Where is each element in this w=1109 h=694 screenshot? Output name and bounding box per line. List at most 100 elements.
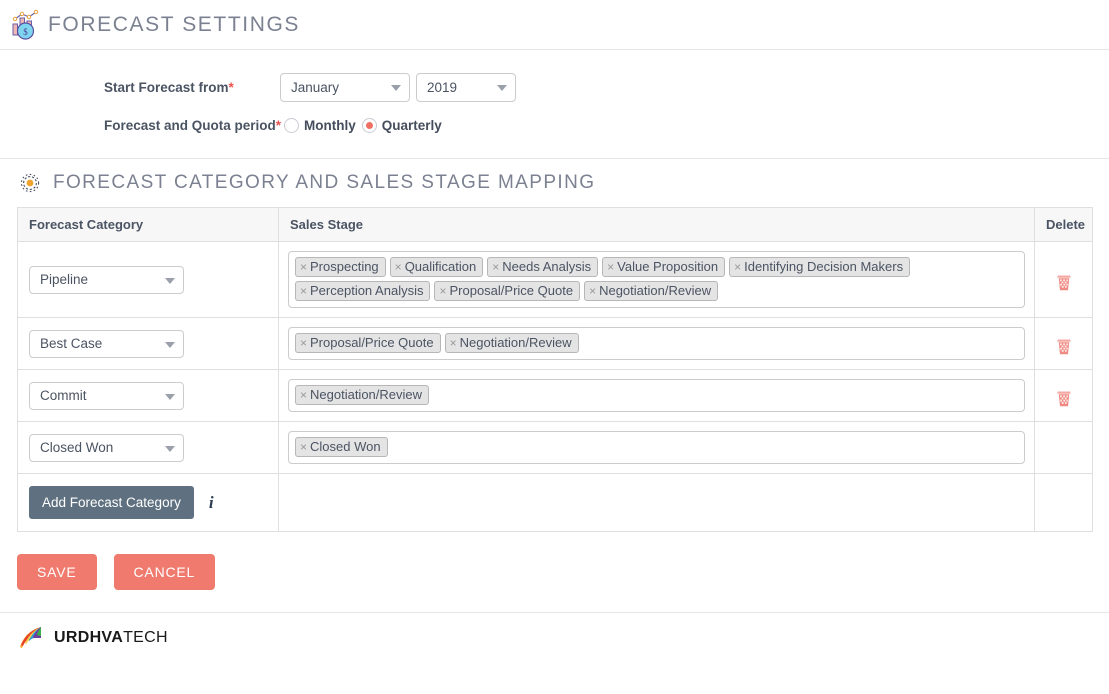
sales-stage-tag-label: Identifying Decision Makers bbox=[744, 259, 904, 274]
trash-icon[interactable] bbox=[1057, 338, 1071, 355]
remove-tag-icon[interactable]: × bbox=[439, 285, 446, 297]
sales-stage-cell: × Prospecting × Qualification × Needs Analysi… bbox=[278, 241, 1035, 318]
add-forecast-category-button[interactable]: Add Forecast Category bbox=[29, 486, 194, 519]
sales-stage-tag[interactable]: × Proposal/Price Quote bbox=[295, 333, 441, 353]
sales-stage-tag[interactable]: × Value Proposition bbox=[602, 257, 726, 277]
mapping-table-wrapper: Forecast Category Sales Stage Delete Pip… bbox=[17, 207, 1093, 532]
sales-stage-tag-label: Value Proposition bbox=[617, 259, 719, 274]
sales-stage-tag[interactable]: × Negotiation/Review bbox=[584, 281, 719, 301]
sales-stage-tag[interactable]: × Closed Won bbox=[295, 437, 388, 457]
delete-row-button[interactable] bbox=[1057, 275, 1071, 295]
sales-stage-cell: × Proposal/Price Quote × Negotiation/Review bbox=[278, 317, 1035, 370]
page-title: Forecast Settings bbox=[48, 12, 301, 36]
year-select[interactable]: 2019 bbox=[416, 72, 516, 102]
sales-stage-tag-input[interactable]: × Proposal/Price Quote × Negotiation/Review bbox=[288, 327, 1025, 360]
page-footer: URDHVATECH bbox=[0, 613, 1109, 651]
remove-tag-icon[interactable]: × bbox=[734, 261, 741, 273]
period-label-text: Forecast and Quota period bbox=[104, 117, 276, 133]
sales-stage-tag-input[interactable]: × Negotiation/Review bbox=[288, 379, 1025, 412]
sales-stage-tag[interactable]: × Needs Analysis bbox=[487, 257, 599, 277]
forecast-category-value: Closed Won bbox=[40, 440, 114, 455]
sales-stage-tag-label: Prospecting bbox=[310, 259, 379, 274]
remove-tag-icon[interactable]: × bbox=[395, 261, 402, 273]
table-row: Commit × Negotiation/Review bbox=[17, 369, 1093, 422]
forecast-category-select[interactable]: Closed Won bbox=[29, 433, 184, 462]
forecast-category-cell: Pipeline bbox=[17, 241, 279, 318]
footer-logo-text: URDHVATECH bbox=[54, 629, 168, 647]
delete-cell bbox=[1034, 317, 1093, 370]
sales-stage-tag[interactable]: × Qualification bbox=[389, 257, 484, 277]
cancel-button[interactable]: Cancel bbox=[113, 554, 216, 590]
forecast-category-value: Commit bbox=[40, 388, 87, 403]
sales-stage-tag-label: Closed Won bbox=[310, 439, 381, 454]
forecast-category-cell: Closed Won bbox=[17, 421, 279, 474]
gear-icon bbox=[18, 171, 42, 195]
remove-tag-icon[interactable]: × bbox=[589, 285, 596, 297]
chevron-down-icon bbox=[391, 85, 401, 91]
remove-tag-icon[interactable]: × bbox=[300, 261, 307, 273]
sales-stage-tag-input[interactable]: × Closed Won bbox=[288, 431, 1025, 464]
remove-tag-icon[interactable]: × bbox=[300, 389, 307, 401]
month-select[interactable]: January bbox=[280, 72, 410, 102]
remove-tag-icon[interactable]: × bbox=[607, 261, 614, 273]
table-header-row: Forecast Category Sales Stage Delete bbox=[17, 207, 1093, 242]
sales-stage-tag-label: Negotiation/Review bbox=[459, 335, 572, 350]
forecast-category-select[interactable]: Pipeline bbox=[29, 265, 184, 294]
delete-row-button[interactable] bbox=[1057, 391, 1071, 411]
radio-option-quarterly[interactable]: Quarterly bbox=[361, 117, 442, 133]
add-category-cell: Add Forecast Category i bbox=[17, 473, 279, 532]
sales-stage-tag-label: Proposal/Price Quote bbox=[449, 283, 574, 298]
year-select-value: 2019 bbox=[427, 79, 458, 95]
sales-stage-tag-input[interactable]: × Prospecting × Qualification × Needs Analysi… bbox=[288, 251, 1025, 308]
sales-stage-tag[interactable]: × Perception Analysis bbox=[295, 281, 431, 301]
forecast-mapping-table: Forecast Category Sales Stage Delete Pip… bbox=[17, 207, 1093, 532]
remove-tag-icon[interactable]: × bbox=[300, 441, 307, 453]
delete-cell bbox=[1034, 241, 1093, 318]
sales-stage-tag[interactable]: × Negotiation/Review bbox=[295, 385, 430, 405]
forecast-category-cell: Commit bbox=[17, 369, 279, 422]
info-icon[interactable]: i bbox=[209, 493, 214, 513]
trash-icon[interactable] bbox=[1057, 390, 1071, 407]
sales-stage-tag[interactable]: × Prospecting bbox=[295, 257, 386, 277]
remove-tag-icon[interactable]: × bbox=[492, 261, 499, 273]
start-forecast-row: Start Forecast from* January 2019 bbox=[0, 68, 1109, 106]
forecast-basic-form: Start Forecast from* January 2019 Foreca… bbox=[0, 50, 1109, 159]
add-row-stage-cell bbox=[278, 473, 1035, 532]
radio-option-monthly[interactable]: Monthly bbox=[284, 117, 356, 133]
column-header-delete: Delete bbox=[1034, 207, 1093, 242]
mapping-table-body: Pipeline × Prospecting × Qualification × Needs… bbox=[17, 241, 1093, 532]
save-button[interactable]: Save bbox=[17, 554, 97, 590]
trash-icon[interactable] bbox=[1057, 274, 1071, 291]
footer-logo-light: TECH bbox=[123, 629, 168, 646]
period-label: Forecast and Quota period* bbox=[0, 117, 281, 133]
remove-tag-icon[interactable]: × bbox=[300, 337, 307, 349]
radio-quarterly-indicator[interactable] bbox=[361, 117, 377, 133]
urdhva-fan-logo-icon bbox=[17, 625, 47, 651]
forecast-settings-page: $ Forecast Settings Start Forecast from*… bbox=[0, 0, 1109, 694]
add-category-wrap: Add Forecast Category i bbox=[29, 486, 267, 519]
table-row: Closed Won × Closed Won bbox=[17, 421, 1093, 474]
chevron-down-icon bbox=[165, 393, 175, 400]
remove-tag-icon[interactable]: × bbox=[300, 285, 307, 297]
delete-row-button[interactable] bbox=[1057, 339, 1071, 359]
period-row: Forecast and Quota period* Monthly Quart… bbox=[0, 106, 1109, 144]
chevron-down-icon bbox=[165, 445, 175, 452]
radio-monthly-indicator[interactable] bbox=[284, 117, 299, 133]
start-forecast-controls: January 2019 bbox=[280, 72, 516, 102]
add-row-delete-cell bbox=[1034, 473, 1093, 532]
forecast-category-select[interactable]: Commit bbox=[29, 381, 184, 410]
sales-stage-tag[interactable]: × Proposal/Price Quote bbox=[434, 281, 581, 301]
table-row: Best Case × Proposal/Price Quote × Negotiati… bbox=[17, 317, 1093, 370]
period-controls: Monthly Quarterly bbox=[280, 117, 448, 133]
start-forecast-label: Start Forecast from* bbox=[0, 80, 280, 95]
footer-logo-bold: URDHVA bbox=[54, 629, 124, 646]
add-category-row: Add Forecast Category i bbox=[17, 473, 1093, 532]
sales-stage-tag[interactable]: × Identifying Decision Makers bbox=[729, 257, 911, 277]
delete-cell bbox=[1034, 369, 1093, 422]
month-select-value: January bbox=[291, 79, 340, 95]
remove-tag-icon[interactable]: × bbox=[450, 337, 457, 349]
forecast-category-select[interactable]: Best Case bbox=[29, 329, 184, 358]
delete-cell bbox=[1034, 421, 1093, 474]
sales-stage-tag[interactable]: × Negotiation/Review bbox=[444, 333, 579, 353]
sales-stage-tag-label: Negotiation/Review bbox=[599, 283, 712, 298]
